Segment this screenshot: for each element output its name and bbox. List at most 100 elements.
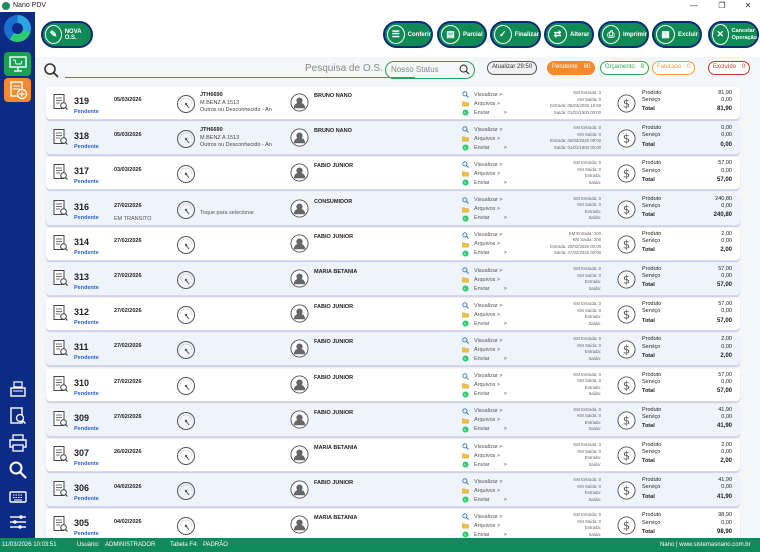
atualizar-button[interactable]: Atualizar 29:50 xyxy=(487,61,538,75)
printer-icon: ⎙ xyxy=(602,25,620,44)
report-search-button[interactable] xyxy=(4,404,31,428)
produto-value: 41,90 xyxy=(718,477,732,484)
client-name: BRUNO NANO xyxy=(314,93,352,99)
status-search-input[interactable]: Nosso Status xyxy=(385,61,475,79)
whatsapp-icon xyxy=(462,215,469,222)
visualizar-link[interactable]: Visualizar > xyxy=(462,512,522,521)
search-input[interactable] xyxy=(65,77,415,78)
enviar-link[interactable]: Enviar > xyxy=(462,284,522,293)
arquivos-link[interactable]: Arquivos > xyxy=(462,240,522,249)
client-name: FABIO JUNIOR xyxy=(314,480,354,487)
visualizar-link[interactable]: Visualizar > xyxy=(462,372,522,381)
os-row[interactable]: 314 Pendente 27/02/2026 FABIO JUNIOR Visuali… xyxy=(46,227,740,260)
client-name: BRUNO NANO xyxy=(314,128,352,135)
arquivos-link[interactable]: Arquivos > xyxy=(462,381,522,390)
whatsapp-icon xyxy=(462,496,469,503)
arquivos-link[interactable]: Arquivos > xyxy=(462,416,522,425)
cash-register-button[interactable] xyxy=(4,377,31,401)
arquivos-link[interactable]: Arquivos > xyxy=(462,99,522,108)
minimize-button[interactable]: — xyxy=(684,0,704,12)
os-row[interactable]: 319 Pendente 05/03/2026 JTH6690 M.BENZ A 151… xyxy=(46,87,740,119)
printer-button[interactable] xyxy=(4,431,31,455)
enviar-link[interactable]: Enviar > xyxy=(462,319,522,328)
arquivos-link[interactable]: Arquivos > xyxy=(462,521,522,530)
os-row[interactable]: 313 Pendente 27/02/2026 MARIA BETANIA Visual… xyxy=(46,263,740,295)
os-row[interactable]: 305 Pendente 04/02/2026 MARIA BETANIA Visual… xyxy=(46,509,740,538)
folder-icon xyxy=(462,207,469,212)
filter-faturado[interactable]: Faturado 0 xyxy=(652,61,696,75)
user-avatar-icon xyxy=(290,163,309,182)
visualizar-link[interactable]: Visualizar > xyxy=(462,231,522,240)
os-add-button[interactable] xyxy=(4,78,31,102)
arquivos-link[interactable]: Arquivos > xyxy=(462,134,522,143)
conferir-button[interactable]: ☰ Conferir xyxy=(383,21,433,48)
filter-orcamento[interactable]: Orçamento 8 xyxy=(600,61,650,75)
enviar-link[interactable]: Enviar > xyxy=(462,530,522,538)
arquivos-link[interactable]: Arquivos > xyxy=(462,310,522,319)
visualizar-link[interactable]: Visualizar > xyxy=(462,336,522,345)
search-button[interactable] xyxy=(4,458,31,482)
nova-os-button[interactable]: ✎ NOVA O.S. xyxy=(41,21,93,48)
servico-value: 0,00 xyxy=(721,97,732,104)
settings-button[interactable] xyxy=(4,510,31,534)
enviar-link[interactable]: Enviar > xyxy=(462,143,522,152)
os-row[interactable]: 312 Pendente 27/02/2026 FABIO JUNIOR Visuali… xyxy=(46,298,740,331)
arquivos-link[interactable]: Arquivos > xyxy=(462,205,522,214)
speedometer-icon xyxy=(177,130,195,149)
scrollbar[interactable] xyxy=(744,84,758,538)
os-row[interactable]: 311 Pendente 27/02/2026 FABIO JUNIOR Visuali… xyxy=(46,333,740,366)
enviar-link[interactable]: Enviar > xyxy=(462,390,522,399)
search-icon[interactable] xyxy=(43,62,59,78)
visualizar-link[interactable]: Visualizar > xyxy=(462,90,522,99)
document-search-icon xyxy=(53,270,68,286)
select-vehicle-hint[interactable]: Toque para selecionar xyxy=(200,210,254,216)
os-row[interactable]: 310 Pendente 27/02/2026 FABIO JUNIOR Visuali… xyxy=(46,368,740,401)
pdv-monitor-button[interactable] xyxy=(4,52,31,76)
enviar-link[interactable]: Enviar > xyxy=(462,495,522,504)
parcial-button[interactable]: ▤ Parcial xyxy=(437,21,487,48)
arquivos-link[interactable]: Arquivos > xyxy=(462,486,522,495)
visualizar-link[interactable]: Visualizar > xyxy=(462,442,522,451)
client-name: FABIO JUNIOR xyxy=(314,339,354,346)
enviar-link[interactable]: Enviar > xyxy=(462,214,522,223)
alterar-button[interactable]: ⇄ Alterar xyxy=(544,21,594,48)
os-number: 318 xyxy=(74,131,90,142)
visualizar-link[interactable]: Visualizar > xyxy=(462,125,522,134)
vehicle-plate: JTH6690 xyxy=(200,92,223,98)
finalizar-button[interactable]: ✓ Finalizar xyxy=(490,21,541,48)
enviar-link[interactable]: Enviar > xyxy=(462,249,522,258)
os-row[interactable]: 317 Pendente 03/03/2026 FABIO JUNIOR Visuali… xyxy=(46,157,740,190)
visualizar-link[interactable]: Visualizar > xyxy=(462,407,522,416)
visualizar-link[interactable]: Visualizar > xyxy=(462,160,522,169)
visualizar-link[interactable]: Visualizar > xyxy=(462,477,522,486)
user-avatar-icon xyxy=(290,128,309,147)
os-row[interactable]: 306 Pendente 04/02/2026 FABIO JUNIOR Visuali… xyxy=(46,474,740,507)
os-row[interactable]: 316 Pendente 27/02/2026 EM TRANSITO Toque pa… xyxy=(46,192,740,225)
enviar-link[interactable]: Enviar > xyxy=(462,460,522,469)
filter-pendente[interactable]: Pendente 60 xyxy=(547,61,596,75)
enviar-link[interactable]: Enviar > xyxy=(462,178,522,187)
filter-excluido[interactable]: Excluído 0 xyxy=(708,61,751,75)
excluir-button[interactable]: ▦ Excluir xyxy=(652,21,702,48)
servico-value: 0,00 xyxy=(721,519,732,526)
arquivos-link[interactable]: Arquivos > xyxy=(462,169,522,178)
enviar-link[interactable]: Enviar > xyxy=(462,108,522,117)
folder-icon xyxy=(462,523,469,529)
enviar-link[interactable]: Enviar > xyxy=(462,425,522,434)
imprimir-button[interactable]: ⎙ Imprimir xyxy=(598,21,649,48)
close-button[interactable]: ✕ xyxy=(738,0,758,12)
servico-value: 0,00 xyxy=(721,414,732,420)
visualizar-link[interactable]: Visualizar > xyxy=(462,301,522,310)
os-row[interactable]: 318 Pendente 05/03/2026 JTH6690 M.BENZ A 151… xyxy=(46,122,740,155)
keyboard-button[interactable] xyxy=(4,485,31,509)
os-row[interactable]: 309 Pendente 27/02/2026 FABIO JUNIOR Visuali… xyxy=(46,403,740,436)
os-row[interactable]: 307 Pendente 26/02/2026 MARIA BETANIA Visual… xyxy=(46,439,740,471)
visualizar-link[interactable]: Visualizar > xyxy=(462,196,522,205)
arquivos-link[interactable]: Arquivos > xyxy=(462,451,522,460)
arquivos-link[interactable]: Arquivos > xyxy=(462,345,522,354)
maximize-button[interactable]: ❐ xyxy=(712,0,732,12)
visualizar-link[interactable]: Visualizar > xyxy=(462,266,522,275)
arquivos-link[interactable]: Arquivos > xyxy=(462,275,522,284)
enviar-link[interactable]: Enviar > xyxy=(462,354,522,363)
cancelar-operacao-button[interactable]: ✕ Cancelar Operação xyxy=(708,21,759,48)
